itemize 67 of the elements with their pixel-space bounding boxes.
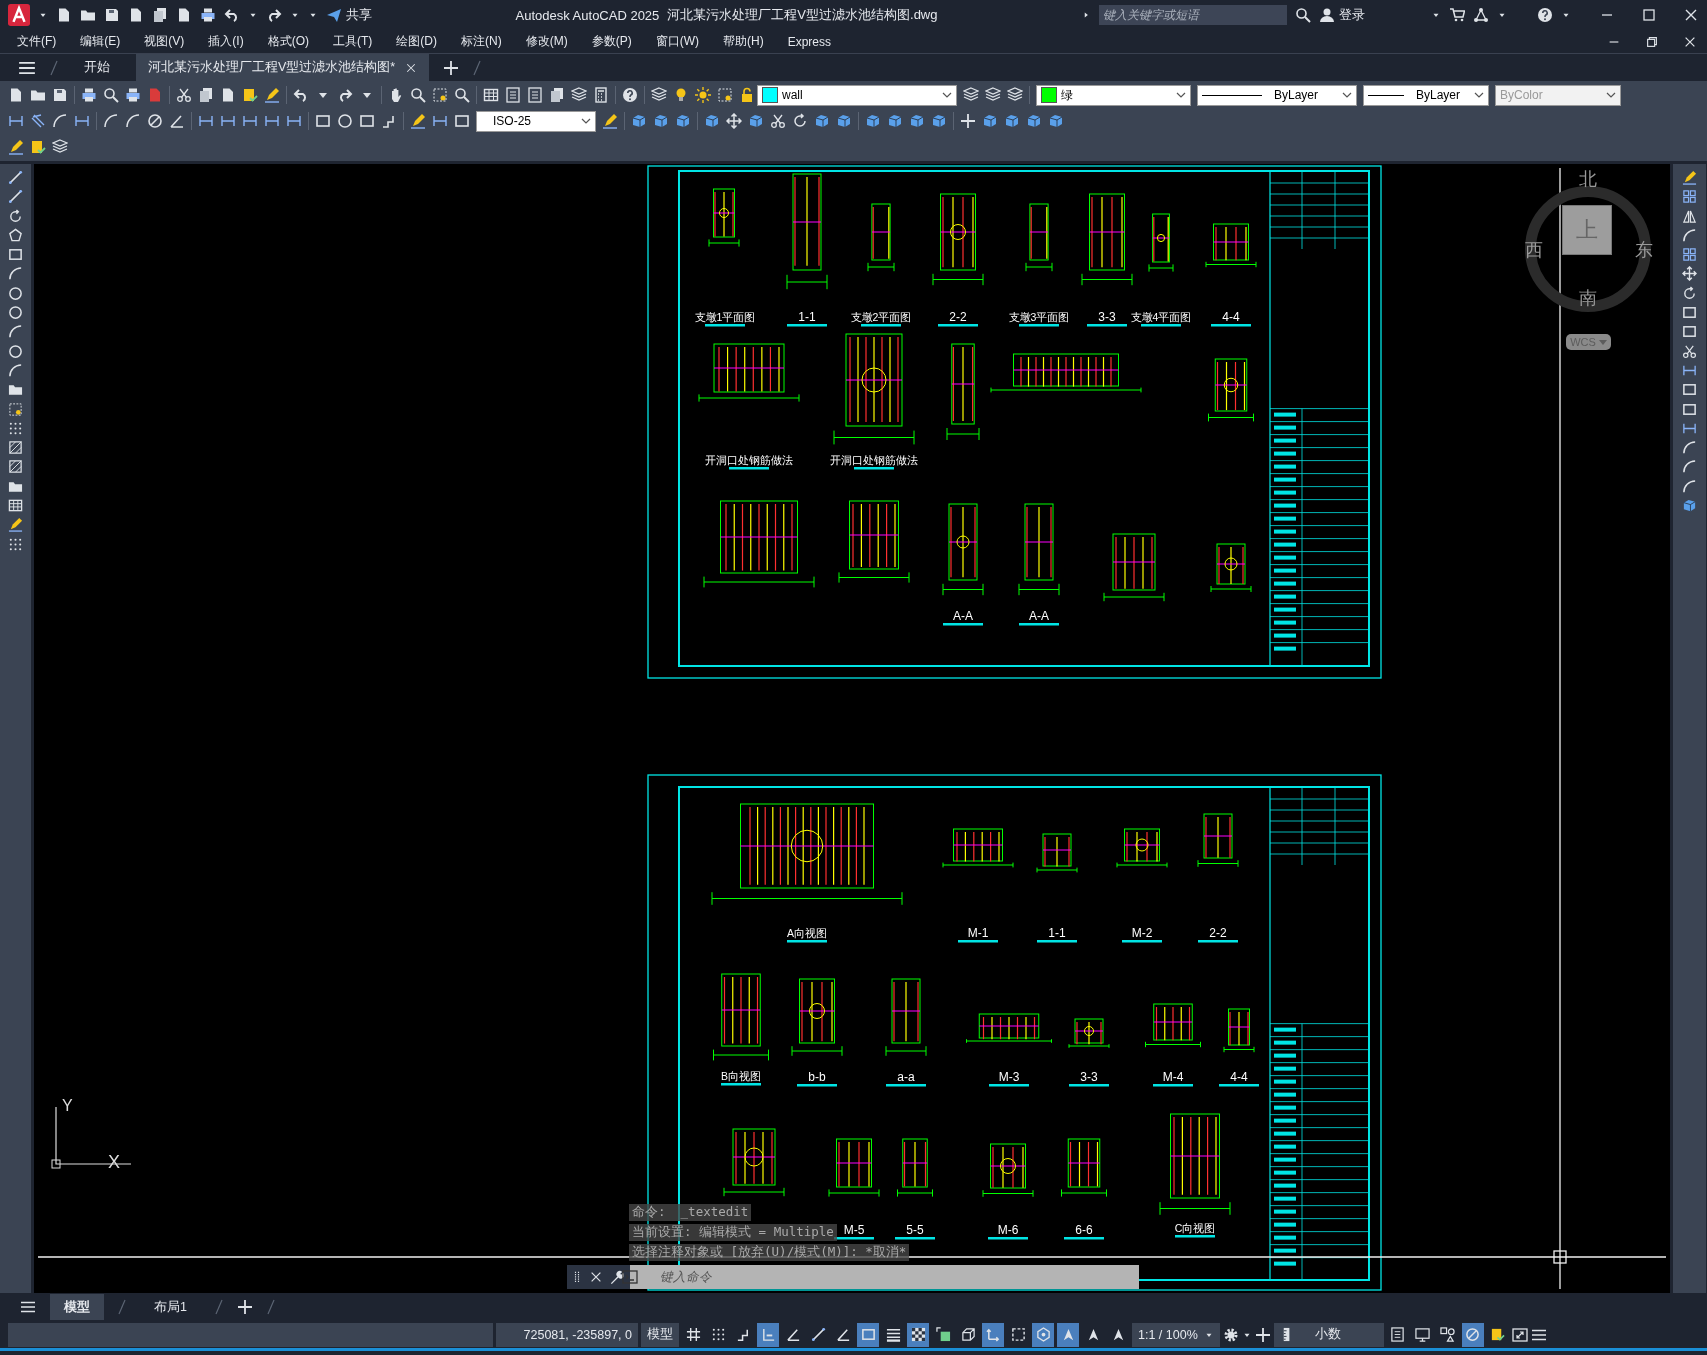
file-title: 河北某污水处理厂工程V型过滤水池结构图.dwg xyxy=(667,6,938,24)
section-label: 开洞口处钢筋做法 xyxy=(830,454,918,466)
section-label: A向视图 xyxy=(787,927,827,939)
model-space-button[interactable]: 模型 xyxy=(641,1322,679,1347)
section-label: 支墩1平面图 xyxy=(694,311,756,323)
menu-item[interactable]: 插入(I) xyxy=(208,33,244,50)
color-dropdown[interactable]: 绿 xyxy=(1036,84,1191,106)
section-label: a-a xyxy=(897,1070,915,1084)
menu-item[interactable]: 帮助(H) xyxy=(723,33,764,50)
menu-item[interactable]: 修改(M) xyxy=(525,33,568,50)
document-tab[interactable]: 河北某污水处理厂工程V型过滤水池结构图* xyxy=(136,54,430,81)
units-dropdown[interactable]: 小数 xyxy=(1273,1322,1384,1347)
section-label: 2-2 xyxy=(1209,926,1227,940)
compass-south-label[interactable]: 南 xyxy=(1579,286,1597,310)
section-label: M-2 xyxy=(1131,926,1153,940)
ucs-x-label: X xyxy=(108,1152,120,1172)
command-input-field[interactable]: 键入命令 xyxy=(630,1265,1139,1289)
layer-dropdown[interactable]: wall xyxy=(757,84,957,106)
menu-item[interactable]: 标注(N) xyxy=(461,33,502,50)
dimension-style-dropdown[interactable]: ISO-25 xyxy=(476,110,596,132)
section-label: M-5 xyxy=(843,1223,865,1237)
section-label: 支墩2平面图 xyxy=(850,311,912,323)
section-label: M-6 xyxy=(997,1223,1019,1237)
share-button[interactable]: 共享 xyxy=(326,6,372,24)
section-label: b-b xyxy=(808,1070,826,1084)
section-label: 4-4 xyxy=(1222,310,1240,324)
section-label: 1-1 xyxy=(1048,926,1066,940)
lineweight-dropdown[interactable]: ByLayer xyxy=(1363,84,1489,106)
ucs-y-label: Y xyxy=(62,1097,73,1114)
menu-item[interactable]: 编辑(E) xyxy=(80,33,121,50)
section-label: B向视图 xyxy=(721,1070,761,1082)
layout-tab[interactable]: 布局1 xyxy=(140,1294,201,1320)
menu-item[interactable]: 格式(O) xyxy=(267,33,309,50)
menu-item[interactable]: 文件(F) xyxy=(17,33,57,50)
compass-north-label[interactable]: 北 xyxy=(1579,167,1597,191)
section-label: 6-6 xyxy=(1075,1223,1093,1237)
compass-east-label[interactable]: 东 xyxy=(1635,238,1653,262)
section-label: A-A xyxy=(1029,609,1049,623)
section-label: 3-3 xyxy=(1080,1070,1098,1084)
document-tab[interactable]: 开始 xyxy=(72,54,122,81)
compass-west-label[interactable]: 西 xyxy=(1525,238,1543,262)
section-label: M-4 xyxy=(1162,1070,1184,1084)
section-label: 1-1 xyxy=(798,310,816,324)
section-label: 5-5 xyxy=(906,1223,924,1237)
layout-tab[interactable]: 模型 xyxy=(50,1294,104,1320)
annotation-scale-button[interactable]: 1:1 / 100% xyxy=(1132,1322,1220,1347)
section-label: 开洞口处钢筋做法 xyxy=(705,454,793,466)
section-label: 3-3 xyxy=(1098,310,1116,324)
section-label: 4-4 xyxy=(1230,1070,1248,1084)
section-label: 支墩3平面图 xyxy=(1008,311,1070,323)
menu-item[interactable]: 绘图(D) xyxy=(396,33,437,50)
section-label: C向视图 xyxy=(1174,1222,1216,1234)
menu-item[interactable]: 工具(T) xyxy=(333,33,373,50)
section-label: A-A xyxy=(953,609,973,623)
linetype-dropdown[interactable]: ByLayer xyxy=(1197,84,1357,106)
search-field[interactable]: 键入关键字或短语 xyxy=(1099,5,1287,25)
sign-in-button[interactable]: 登录 xyxy=(1319,6,1365,24)
menu-item[interactable]: 视图(V) xyxy=(144,33,185,50)
app-title: Autodesk AutoCAD 2025 xyxy=(515,7,660,23)
menu-item[interactable]: Express xyxy=(787,34,831,49)
menu-item[interactable]: 窗口(W) xyxy=(655,33,699,50)
section-label: M-1 xyxy=(967,926,989,940)
section-label: 2-2 xyxy=(949,310,967,324)
section-label: 支墩4平面图 xyxy=(1130,311,1192,323)
coordinates-readout: 725081, -235897, 0 xyxy=(496,1322,638,1347)
section-label: M-3 xyxy=(998,1070,1020,1084)
menu-item[interactable]: 参数(P) xyxy=(591,33,632,50)
